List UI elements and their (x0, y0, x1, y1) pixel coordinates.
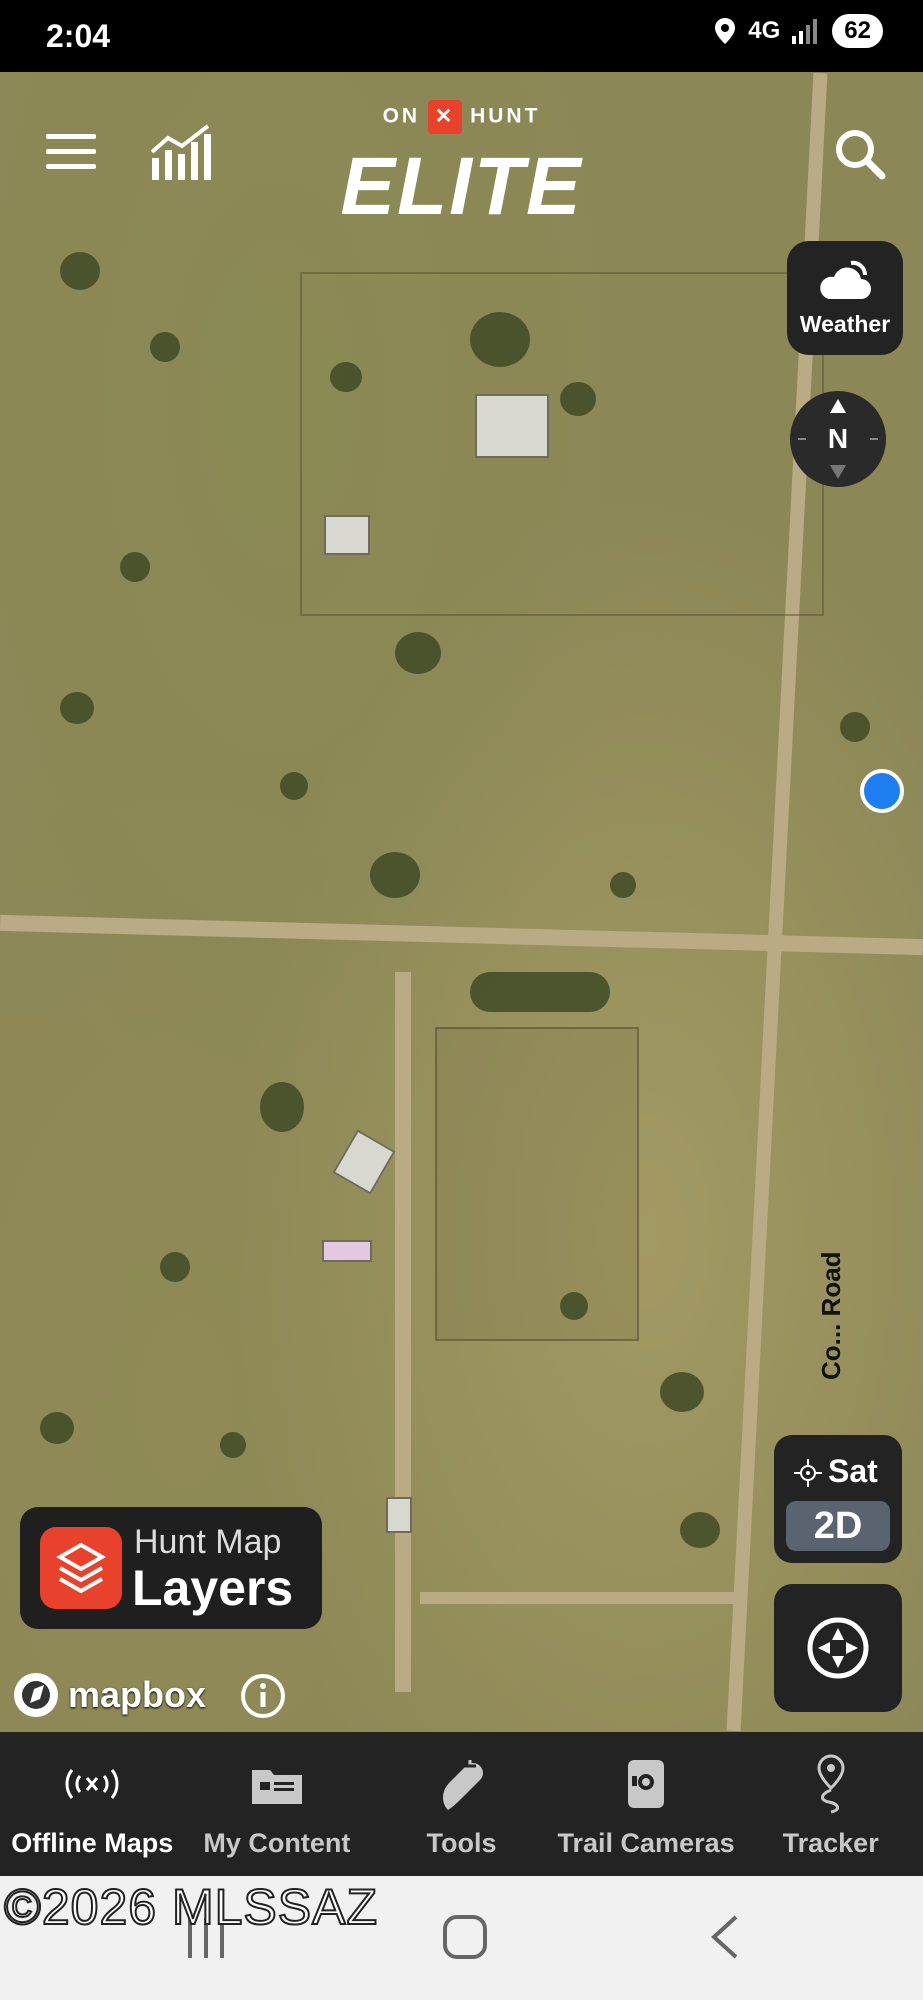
map-road (0, 914, 923, 956)
map-building (322, 1240, 372, 1262)
map-tree (840, 712, 870, 742)
recenter-button[interactable] (774, 1584, 902, 1712)
map-tree (150, 332, 180, 362)
app-logo: ON ✕ HUNT (0, 100, 923, 134)
map-road (395, 972, 411, 1692)
map-tree (470, 312, 530, 367)
map-tree (220, 1432, 246, 1458)
map-tree (610, 872, 636, 898)
weather-cloud-icon (820, 260, 871, 299)
logo-hunt: HUNT (470, 104, 541, 128)
weather-button[interactable]: Weather (787, 241, 903, 355)
road-name-label: Co... Road (816, 1251, 846, 1380)
mapbox-logo-icon (14, 1673, 58, 1717)
map-building (324, 515, 370, 555)
info-button[interactable] (240, 1673, 286, 1724)
back-icon[interactable] (708, 1914, 740, 1960)
mapbox-attribution[interactable]: mapbox (12, 1671, 206, 1719)
compass-north-label: N (827, 423, 849, 454)
compass-button[interactable]: N (790, 391, 886, 487)
logo-x-mark: ✕ (428, 100, 463, 134)
logo-on: ON (382, 104, 421, 128)
map-tree (560, 382, 596, 416)
nav-offline-maps[interactable]: Offline Maps (0, 1732, 185, 1876)
status-time: 2:04 (46, 18, 111, 54)
crosshair-icon (807, 1617, 869, 1679)
mapbox-label: mapbox (68, 1674, 207, 1715)
hunt-map-layers-button[interactable]: Hunt Map Layers (20, 1507, 322, 1629)
battery-level: 62 (832, 14, 883, 48)
nav-label: Tools (426, 1828, 497, 1858)
my-content-icon (251, 1770, 302, 1804)
nav-label: My Content (203, 1828, 351, 1858)
signal-icon (792, 19, 818, 44)
map-tree (680, 1512, 720, 1548)
map-field (300, 272, 824, 616)
map-tree (330, 362, 362, 392)
nav-label: Trail Cameras (557, 1828, 735, 1858)
map-tree (660, 1372, 704, 1412)
map-tree (120, 552, 150, 582)
map-building (386, 1497, 412, 1533)
map-tree (370, 852, 420, 898)
nav-trail-cameras[interactable]: Trail Cameras (554, 1732, 739, 1876)
home-icon[interactable] (442, 1914, 488, 1960)
map-building (475, 394, 549, 458)
nav-tracker[interactable]: Tracker (738, 1732, 923, 1876)
network-indicator: 4G (748, 17, 781, 44)
tracker-icon (817, 1754, 845, 1814)
weather-label: Weather (799, 311, 891, 337)
layers-subtitle: Hunt Map (134, 1523, 282, 1561)
map-tree (60, 252, 100, 290)
nav-label: Tracker (782, 1828, 879, 1858)
current-location-marker (860, 769, 904, 813)
map-tree (280, 772, 308, 800)
status-bar: 2:04 4G 62 (0, 0, 923, 72)
map-tree (60, 692, 94, 724)
nav-label: Offline Maps (11, 1828, 174, 1858)
map-field (435, 1027, 639, 1341)
search-button[interactable] (834, 128, 886, 185)
bottom-navigation: Offline Maps My Content Tools Trail Came… (0, 1732, 923, 1876)
map-type-label: Sat (828, 1453, 878, 1489)
map-tree (395, 632, 441, 674)
info-icon (241, 1674, 285, 1718)
logo-elite: ELITE (340, 141, 583, 232)
search-icon (836, 130, 886, 180)
map-type-toggle[interactable]: Sat 2D (774, 1435, 902, 1563)
tools-icon (443, 1760, 484, 1810)
map-tree (160, 1252, 190, 1282)
map-tree (560, 1292, 588, 1320)
map-tree (470, 972, 610, 1012)
satellite-icon (794, 1459, 822, 1487)
map-building (332, 1129, 396, 1195)
map-tree (40, 1412, 74, 1444)
map-road (420, 1592, 740, 1604)
location-pin-icon (715, 18, 736, 44)
mls-watermark: ©2026 MLSSAZ (3, 1878, 379, 1936)
view-mode-button[interactable]: 2D (786, 1501, 890, 1551)
nav-tools[interactable]: Tools (369, 1732, 554, 1876)
trail-camera-icon (628, 1760, 665, 1808)
layers-title: Layers (132, 1560, 294, 1616)
layers-icon (40, 1527, 122, 1609)
offline-maps-icon (65, 1769, 119, 1799)
nav-my-content[interactable]: My Content (185, 1732, 370, 1876)
map-tree (260, 1082, 304, 1132)
